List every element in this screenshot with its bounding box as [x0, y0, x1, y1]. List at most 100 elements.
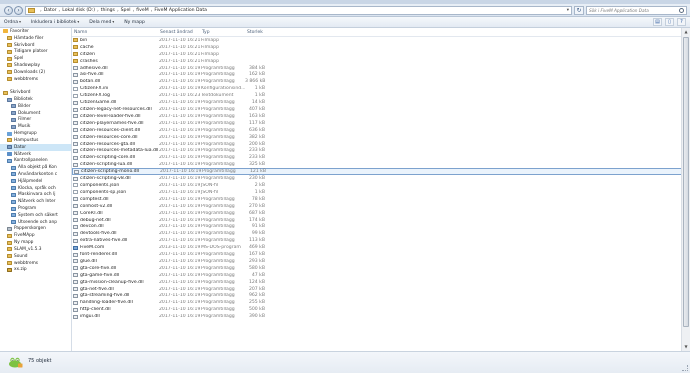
file-row[interactable]: citizen-scripting-lua.dll 2017-11-10 16:1… [72, 161, 690, 168]
nav-item[interactable]: Nätverk och Inter [0, 198, 71, 205]
help-button[interactable]: ? [677, 18, 686, 26]
address-box[interactable]: › Dator › Lokal disk (D:) › things › Spel › fiveM… [25, 6, 572, 15]
file-row[interactable]: citizen-legacy-net-resources.dll 2017-11-… [72, 106, 690, 113]
file-row[interactable]: botan.dll 2017-11-10 16:19 Programtillägg 3… [72, 78, 690, 85]
nav-item[interactable]: Tidigare platser [0, 48, 71, 55]
include-in-library-button[interactable]: Inkludera i bibliotek▾ [31, 20, 79, 25]
nav-item[interactable]: Klocka, språk och [0, 185, 71, 192]
file-row[interactable]: devtools-five.dll 2017-11-10 16:19 Program… [72, 230, 690, 237]
search-box[interactable] [586, 6, 687, 15]
file-row[interactable]: citizen-playernames-five.dll 2017-11-10 1… [72, 120, 690, 127]
nav-item[interactable]: Skrivbord [0, 42, 71, 49]
organize-button[interactable]: Ordna▾ [4, 20, 21, 25]
nav-item[interactable]: Dator [0, 143, 71, 151]
file-row[interactable]: conhost-v2.dll 2017-11-10 16:19 Programtil… [72, 203, 690, 210]
nav-item[interactable]: Maskinvara och lj [0, 192, 71, 199]
file-row[interactable]: adhesive.dll 2017-11-10 16:19 Programtillä… [72, 65, 690, 72]
nav-item[interactable]: Dokument [0, 110, 71, 117]
nav-item[interactable]: Kontrollpanelen [0, 157, 71, 164]
file-row[interactable]: font-renderer.dll 2017-11-10 16:19 Program… [72, 251, 690, 258]
nav-item[interactable]: Hampustus [0, 137, 71, 144]
nav-item[interactable]: Nätverk [0, 151, 71, 158]
breadcrumb-item[interactable]: FiveM Application Data [154, 8, 207, 13]
change-view-button[interactable]: ▤ [653, 18, 662, 26]
nav-item[interactable]: Program [0, 205, 71, 212]
scroll-thumb[interactable] [683, 37, 689, 327]
breadcrumb-separator-icon[interactable]: › [40, 8, 42, 13]
nav-item[interactable]: Alla objekt på Kon [0, 164, 71, 171]
nav-item[interactable]: Downloads (2) [0, 69, 71, 76]
scroll-down-arrow-icon[interactable]: ▼ [682, 343, 690, 351]
file-row[interactable]: cache 2017-11-10 16:21 Filmapp [72, 44, 690, 51]
file-row[interactable]: citizen 2017-11-10 16:21 Filmapp [72, 51, 690, 58]
breadcrumb-separator-icon[interactable]: › [151, 8, 153, 13]
nav-item[interactable]: Hämtade filer [0, 35, 71, 42]
search-input[interactable] [587, 7, 675, 14]
file-row[interactable]: imgui.dll 2017-11-10 16:19 Programtillägg 3… [72, 313, 690, 320]
file-row[interactable]: gta-net-five.dll 2017-11-10 16:19 Programt… [72, 286, 690, 293]
file-row[interactable]: citizen-scripting-mono.dll 2017-11-10 16:… [72, 168, 690, 176]
file-row[interactable]: asi-five.dll 2017-11-10 16:19 Programtillä… [72, 72, 690, 79]
file-row[interactable]: handling-loader-five.dll 2017-11-10 16:19… [72, 299, 690, 306]
file-row[interactable]: bin 2017-11-10 16:21 Filmapp [72, 37, 690, 44]
file-row[interactable]: CoreRT.dll 2017-11-10 16:19 Programtillägg… [72, 210, 690, 217]
nav-item[interactable]: Användarkonton c [0, 171, 71, 178]
column-name-header[interactable]: Namn [72, 30, 158, 35]
file-row[interactable]: citizen-level-loader-five.dll 2017-11-10 … [72, 113, 690, 120]
file-row[interactable]: components.json 2017-11-10 16:19 JSON-fil 2… [72, 182, 690, 189]
file-row[interactable]: citizen-resources-client.dll 2017-11-10 1… [72, 127, 690, 134]
resize-grip[interactable] [682, 365, 688, 371]
file-row[interactable]: citizen-scripting-v8.dll 2017-11-10 16:19… [72, 175, 690, 182]
preview-pane-button[interactable]: ▯ [665, 18, 674, 26]
breadcrumb-item[interactable]: Lokal disk (D:) [62, 8, 95, 13]
nav-item[interactable]: Bilder [0, 103, 71, 110]
search-icon[interactable] [679, 8, 684, 13]
breadcrumb-separator-icon[interactable]: › [97, 8, 99, 13]
scroll-up-arrow-icon[interactable]: ▲ [682, 28, 690, 36]
refresh-button[interactable]: ↻ [574, 6, 584, 15]
column-date-header[interactable]: Senast ändrad [158, 30, 200, 35]
vertical-scrollbar[interactable]: ▲ ▼ [681, 28, 690, 351]
new-folder-button[interactable]: Ny mapp [124, 20, 145, 25]
file-row[interactable]: extra-natives-five.dll 2017-11-10 16:19 Pr… [72, 237, 690, 244]
breadcrumb-item[interactable]: Spel [121, 8, 131, 13]
breadcrumb-separator-icon[interactable]: › [59, 8, 61, 13]
nav-item[interactable]: xx.zip [0, 266, 71, 273]
back-button[interactable]: ‹ [4, 6, 13, 15]
file-row[interactable]: citizen-resources-core.dll 2017-11-10 16:… [72, 134, 690, 141]
column-size-header[interactable]: Storlek [245, 30, 266, 35]
file-row[interactable]: gta-streaming-five.dll 2017-11-10 16:19 Pr… [72, 293, 690, 300]
nav-item[interactable]: Hjälpmedel [0, 178, 71, 185]
column-type-header[interactable]: Typ [200, 30, 245, 35]
file-row[interactable]: CitizenFX.ini 2017-11-10 16:19 Konfigurati… [72, 85, 690, 92]
file-row[interactable]: comptest.dll 2017-11-10 16:19 Programtillä… [72, 196, 690, 203]
file-row[interactable]: gta-game-five.dll 2017-11-10 16:19 Program… [72, 272, 690, 279]
nav-item[interactable]: System och säkert [0, 212, 71, 219]
breadcrumb-separator-icon[interactable]: › [133, 8, 135, 13]
nav-item[interactable]: Hemgrupp [0, 130, 71, 137]
file-row[interactable]: CitizenFX.log 2017-11-10 16:23 Textdokumen… [72, 92, 690, 99]
nav-item[interactable]: Skrivbord [0, 89, 71, 96]
breadcrumb-item[interactable]: fiveM [136, 8, 148, 13]
file-row[interactable]: gta-core-five.dll 2017-11-10 16:19 Program… [72, 265, 690, 272]
file-row[interactable]: devcon.dll 2017-11-10 16:19 Programtillägg… [72, 223, 690, 230]
nav-item[interactable]: Favoriter [0, 28, 71, 35]
breadcrumb-item[interactable]: things [101, 8, 115, 13]
nav-item[interactable]: Musik [0, 123, 71, 130]
breadcrumb-item[interactable]: Dator [44, 8, 57, 13]
nav-item[interactable]: Bibliotek [0, 96, 71, 103]
nav-item[interactable]: webbtrems [0, 76, 71, 83]
nav-item[interactable]: Shadowplay [0, 62, 71, 69]
file-row[interactable]: citizen-resources-gta.dll 2017-11-10 16:1… [72, 141, 690, 148]
nav-item[interactable]: FiveMApp [0, 232, 71, 239]
file-row[interactable]: crashes 2017-11-10 16:21 Filmapp [72, 58, 690, 65]
share-with-button[interactable]: Dela med▾ [89, 20, 114, 25]
file-row[interactable]: glue.dll 2017-11-10 16:19 Programtillägg 29… [72, 258, 690, 265]
file-row[interactable]: citizen-resources-metadata-lua.dll 2017-1… [72, 148, 690, 155]
file-row[interactable]: components-sp.json 2017-11-10 16:19 JSON-f… [72, 189, 690, 196]
nav-item[interactable]: Sound [0, 253, 71, 260]
file-row[interactable]: FiveM.com 2013-11-10 16:19 MS-DOS-program 4… [72, 244, 690, 251]
nav-item[interactable]: Filmer [0, 117, 71, 124]
chevron-down-icon[interactable]: ▾ [567, 7, 569, 14]
nav-item[interactable]: SLAM_v1.5.3 [0, 246, 71, 253]
